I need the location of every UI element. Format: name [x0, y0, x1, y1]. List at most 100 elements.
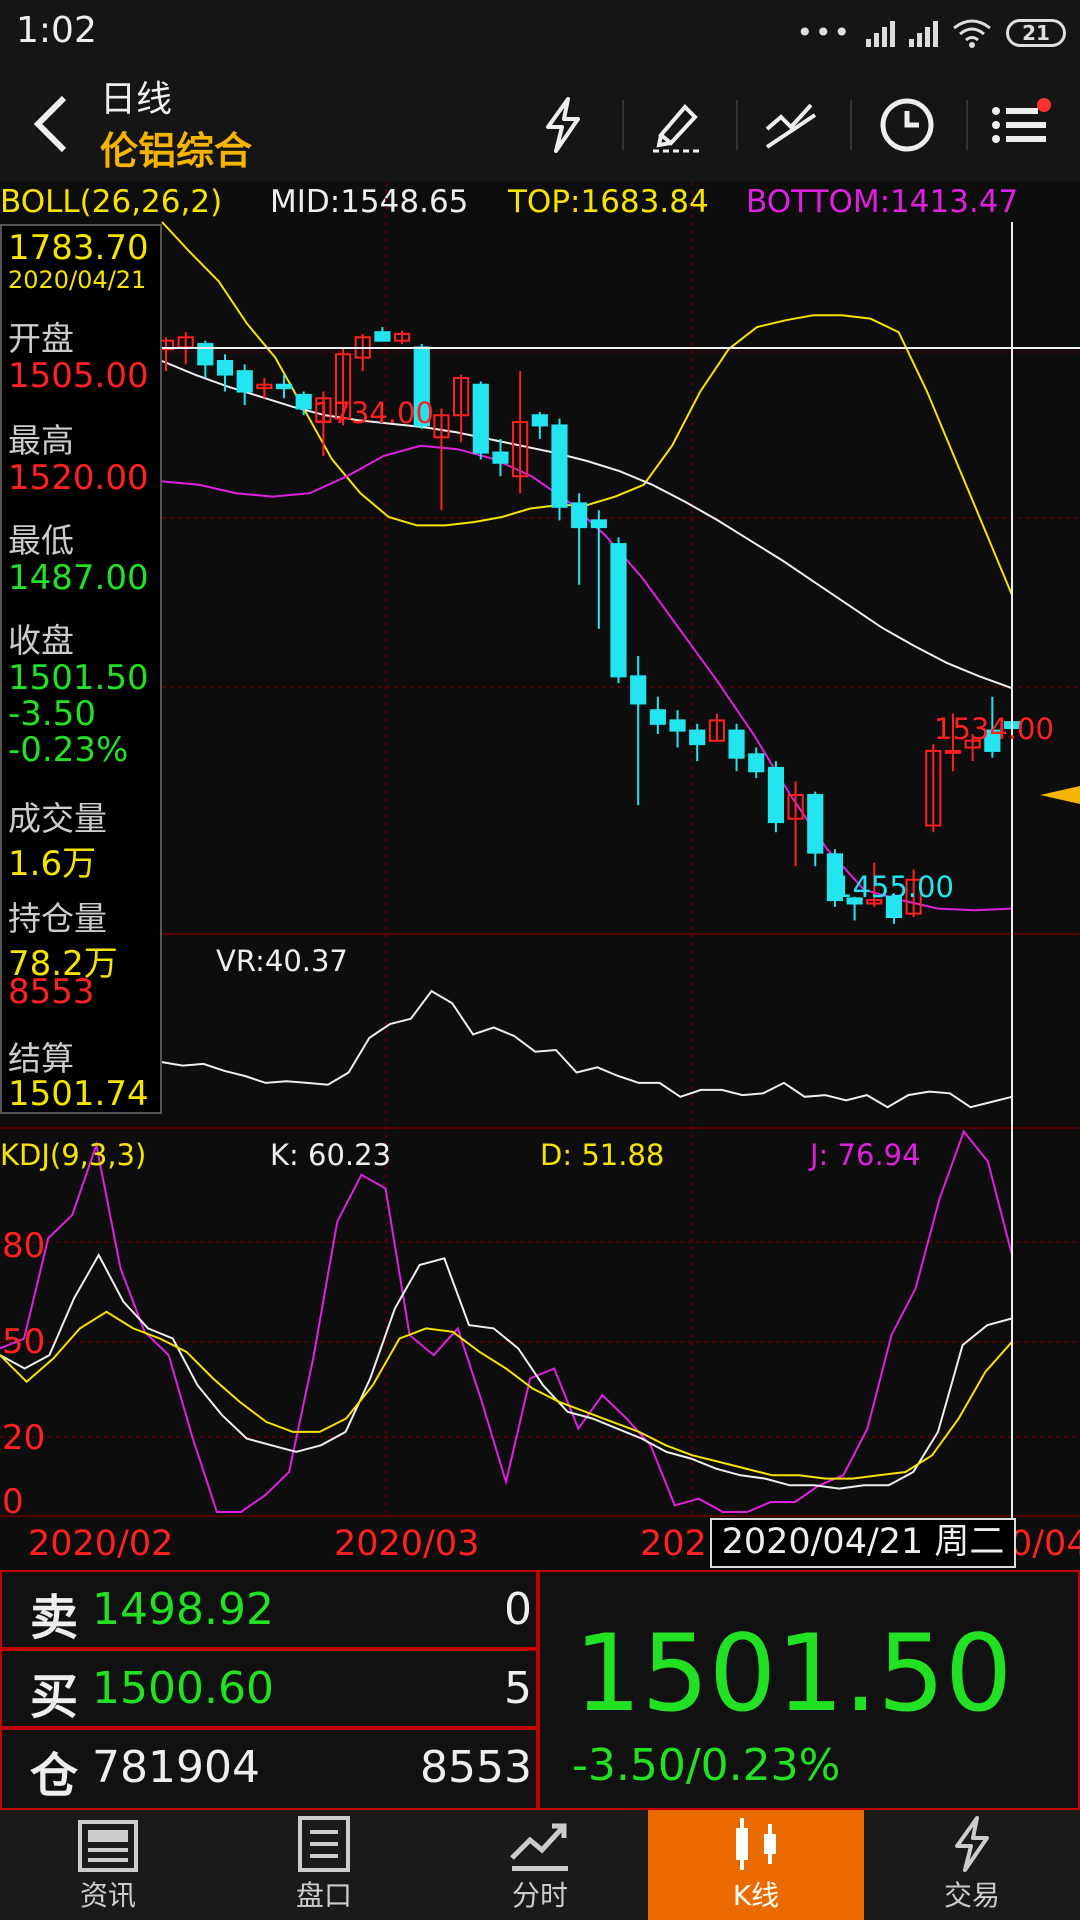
candle-body	[590, 519, 607, 529]
info-oi-change: 8553	[8, 972, 95, 1012]
info-volume-label: 成交量	[8, 799, 107, 838]
info-volume: 1.6万	[8, 844, 97, 884]
buy-price: 1500.60	[92, 1663, 274, 1714]
sell-price: 1498.92	[92, 1584, 274, 1635]
vr-line	[161, 989, 1013, 1109]
header-divider	[736, 100, 738, 150]
last-price: 1501.50	[574, 1612, 1013, 1735]
candle-body	[728, 729, 745, 759]
last-change: -3.50/0.23%	[572, 1740, 841, 1791]
sell-label: 卖	[30, 1590, 79, 1646]
tab-intraday[interactable]: 分时	[432, 1810, 648, 1920]
kdj-k: K: 60.23	[270, 1138, 392, 1172]
x-axis-label: 2020/02	[28, 1524, 174, 1564]
candle-body	[689, 729, 706, 746]
buy-label: 买	[30, 1669, 79, 1725]
tab-label: 分时	[511, 1879, 568, 1912]
candle-body	[275, 383, 293, 390]
candle-body	[610, 543, 627, 678]
candle-body	[236, 370, 253, 393]
info-open-label: 开盘	[8, 319, 74, 358]
signal-icon	[909, 19, 938, 47]
ohlc-info-panel: 1783.70 2020/04/21 开盘 1505.00 最高 1520.00…	[0, 224, 162, 1114]
buy-row[interactable]: 买 1500.60 5	[0, 1649, 538, 1728]
x-axis-label: 2020/03	[334, 1524, 480, 1564]
info-change: -3.50	[8, 694, 96, 734]
tab-trade[interactable]: 交易	[864, 1810, 1080, 1920]
tab-orderbook[interactable]: 盘口	[216, 1810, 432, 1920]
x-axis-label: 0/04	[1010, 1524, 1080, 1564]
status-bar: 1:02 ••• 21	[0, 0, 1080, 70]
header: 日线 伦铝综合	[0, 70, 1080, 182]
sell-qty: 0	[504, 1584, 532, 1635]
candle-body	[571, 502, 588, 529]
battery-icon: 21	[1006, 18, 1066, 47]
flash-icon[interactable]	[528, 90, 598, 160]
candles	[157, 327, 1021, 924]
info-open: 1505.00	[8, 356, 149, 396]
header-divider	[622, 100, 624, 150]
info-date: 2020/04/21	[8, 266, 147, 294]
oi-row-label: 仓	[30, 1748, 79, 1804]
buy-qty: 5	[504, 1663, 532, 1714]
candle-body	[630, 675, 647, 705]
candle-body	[216, 360, 234, 376]
more-dots-icon: •••	[796, 16, 852, 49]
boll-lines	[161, 221, 1013, 912]
candle-body	[531, 414, 548, 427]
header-divider	[850, 100, 852, 150]
info-close: 1501.50	[8, 658, 149, 698]
info-settle: 1501.74	[8, 1074, 149, 1114]
tab-label: K线	[732, 1879, 780, 1912]
tab-kline[interactable]: K线	[648, 1810, 864, 1920]
candle-body	[649, 709, 666, 725]
draw-pencil-icon[interactable]	[642, 90, 712, 160]
vr-label: VR:40.37	[216, 944, 348, 978]
low-mark-label: 1455.00	[834, 870, 954, 904]
tab-news[interactable]: 资讯	[0, 1810, 216, 1920]
info-close-label: 收盘	[8, 621, 74, 660]
news-icon	[78, 1820, 138, 1872]
oi-row-value: 781904	[92, 1742, 260, 1793]
kdj-j: J: 76.94	[810, 1138, 921, 1172]
kdj-tick: 20	[2, 1418, 46, 1458]
candle-body	[295, 393, 312, 410]
current-price-arrow-icon	[1040, 786, 1080, 804]
kdj-j-line	[0, 1129, 1013, 1513]
candlestick-icon	[736, 1818, 776, 1870]
info-oi-label: 持仓量	[8, 899, 107, 938]
candle-body	[748, 753, 765, 773]
back-icon[interactable]	[28, 92, 72, 156]
sell-row[interactable]: 卖 1498.92 0	[0, 1570, 538, 1649]
info-low: 1487.00	[8, 558, 149, 598]
intraday-icon	[510, 1823, 568, 1871]
x-axis-label: 202	[640, 1524, 707, 1564]
kdj-label: KDJ(9,3,3)	[0, 1138, 147, 1172]
kdj-k-line	[0, 1252, 1013, 1490]
candle-body	[472, 383, 489, 454]
clock-icon[interactable]	[872, 90, 942, 160]
candle-body	[374, 331, 391, 342]
bottom-tab-bar: 资讯 盘口 分时 K线 交易	[0, 1810, 1080, 1920]
wifi-icon	[953, 19, 991, 48]
candle-body	[944, 749, 962, 754]
vr-line	[161, 989, 1013, 1109]
tab-label: 资讯	[79, 1879, 136, 1912]
kdj-tick: 50	[2, 1322, 46, 1362]
menu-list-icon[interactable]	[986, 90, 1056, 160]
cursor-date-label: 2020/04/21 周二	[710, 1518, 1016, 1568]
page-subtitle: 日线	[100, 79, 173, 120]
info-high: 1520.00	[8, 458, 149, 498]
kdj-lines	[0, 1129, 1013, 1513]
orderbook-icon	[298, 1816, 350, 1872]
candle-body	[669, 719, 686, 732]
kdj-tick: 0	[2, 1482, 24, 1522]
boll-upper-line	[161, 221, 1013, 596]
info-price: 1783.70	[8, 228, 149, 268]
high-mark-label: 1734.00	[314, 396, 434, 430]
kdj-d-line	[0, 1310, 1013, 1480]
trend-line-icon[interactable]	[756, 90, 826, 160]
info-low-label: 最低	[8, 521, 74, 560]
info-settle-label: 结算	[8, 1039, 74, 1078]
info-high-label: 最高	[8, 421, 74, 460]
